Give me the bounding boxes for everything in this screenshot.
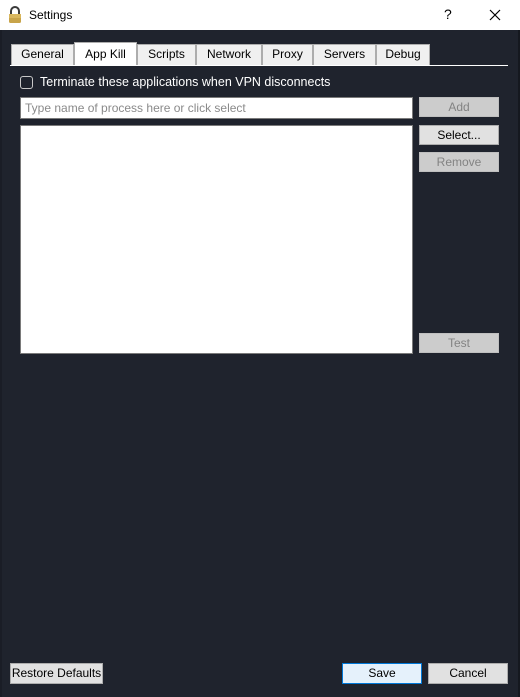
title-bar: Settings ? xyxy=(0,0,520,30)
cancel-button[interactable]: Cancel xyxy=(428,663,508,684)
tab-debug[interactable]: Debug xyxy=(376,44,430,65)
process-name-input[interactable] xyxy=(20,97,413,119)
restore-defaults-button[interactable]: Restore Defaults xyxy=(10,663,103,684)
process-list[interactable] xyxy=(20,125,413,354)
remove-button[interactable]: Remove xyxy=(419,152,499,172)
lock-icon xyxy=(9,6,21,23)
select-button[interactable]: Select... xyxy=(419,125,499,145)
add-button[interactable]: Add xyxy=(419,97,499,117)
tab-scripts[interactable]: Scripts xyxy=(137,44,196,65)
tab-app-kill[interactable]: App Kill xyxy=(74,42,137,65)
terminate-label[interactable]: Terminate these applications when VPN di… xyxy=(40,75,330,89)
window-title: Settings xyxy=(29,8,73,22)
close-icon[interactable] xyxy=(484,4,506,26)
window-border-left xyxy=(0,30,2,697)
tab-network[interactable]: Network xyxy=(196,44,262,65)
save-button[interactable]: Save xyxy=(342,663,422,684)
tab-servers[interactable]: Servers xyxy=(313,44,376,65)
tab-panel-border xyxy=(10,65,508,66)
tab-proxy[interactable]: Proxy xyxy=(262,44,313,65)
test-button[interactable]: Test xyxy=(419,333,499,353)
terminate-checkbox[interactable] xyxy=(20,76,33,89)
tab-general[interactable]: General xyxy=(11,44,74,65)
help-button[interactable]: ? xyxy=(444,6,452,22)
